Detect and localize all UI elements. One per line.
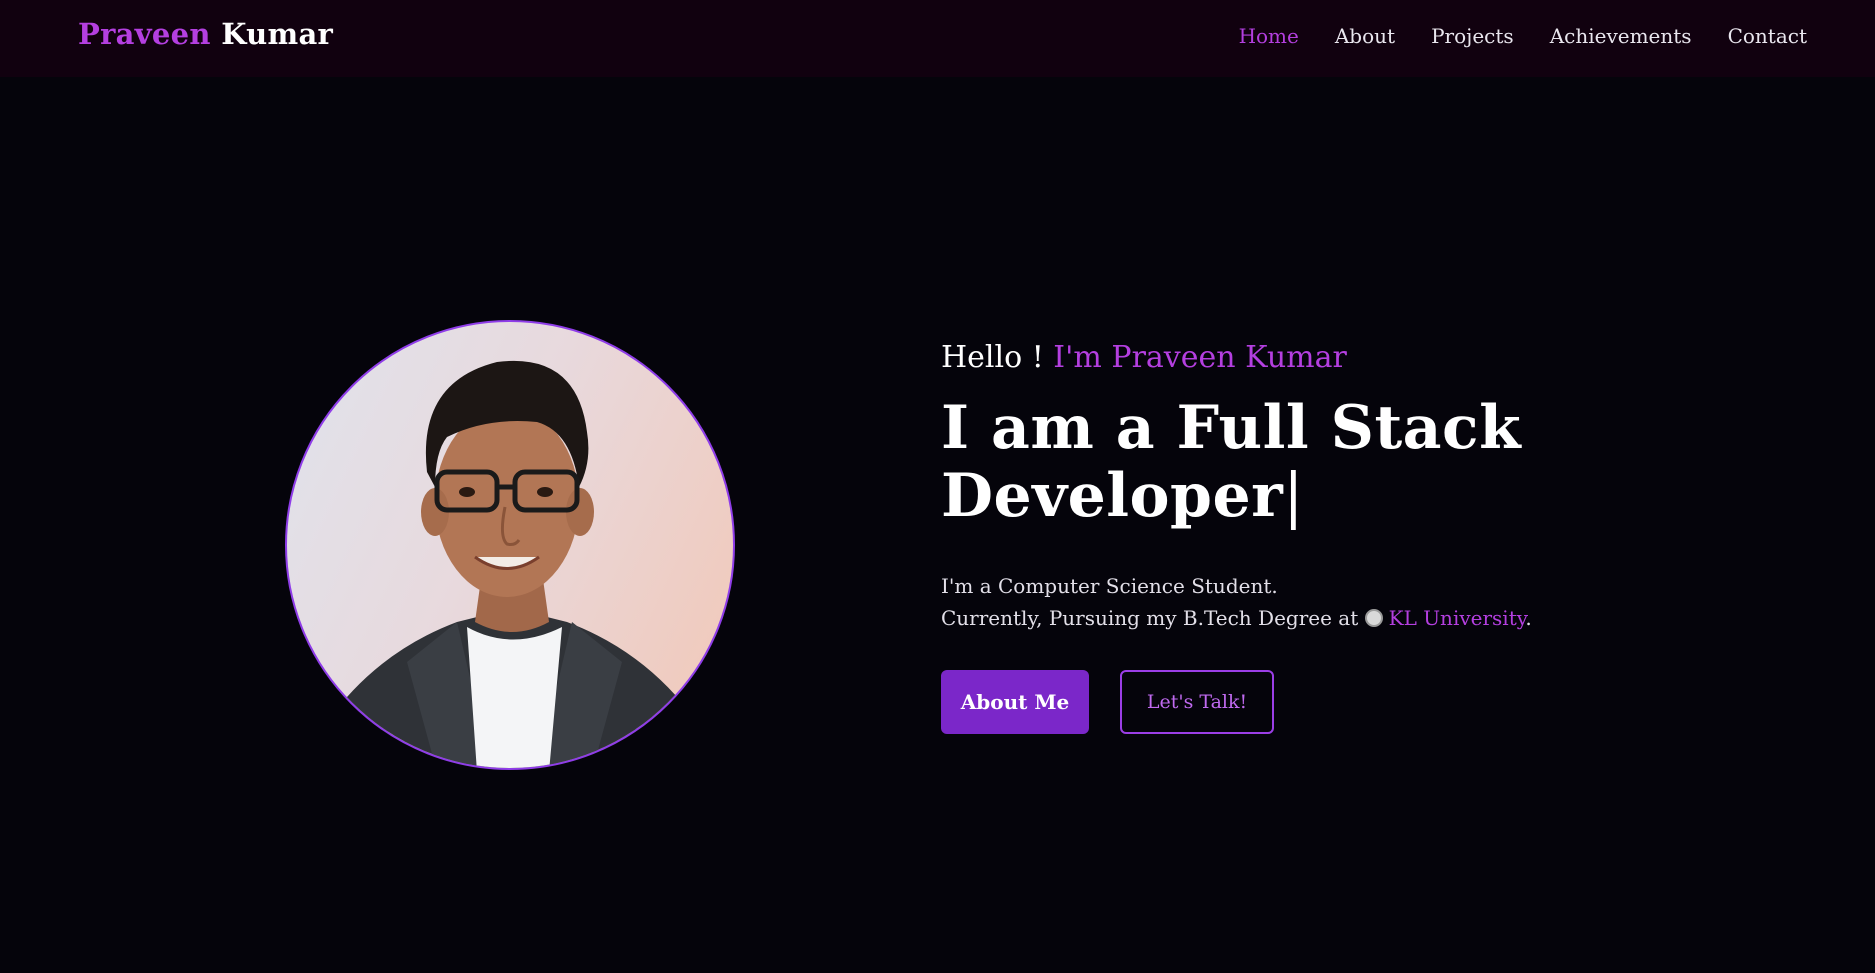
brand-last-name: Kumar <box>221 17 334 51</box>
headline-role: Developer <box>941 461 1284 531</box>
hello-greeting: Hello ! I'm Praveen Kumar <box>941 340 1701 376</box>
lets-talk-button[interactable]: Let's Talk! <box>1120 670 1274 734</box>
nav-contact[interactable]: Contact <box>1728 24 1807 48</box>
desc-line-2-text: Currently, Pursuing my B.Tech Degree at <box>941 606 1359 630</box>
hero-section: Hello ! I'm Praveen Kumar I am a Full St… <box>941 340 1701 734</box>
hero-description: I'm a Computer Science Student. Currentl… <box>941 570 1701 634</box>
desc-line-1: I'm a Computer Science Student. <box>941 574 1278 598</box>
navbar: Praveen Kumar Home About Projects Achiev… <box>0 0 1875 77</box>
nav-links: Home About Projects Achievements Contact <box>1239 24 1807 48</box>
about-me-button[interactable]: About Me <box>941 670 1089 734</box>
desc-line-2: Currently, Pursuing my B.Tech Degree at … <box>941 602 1701 634</box>
nav-about[interactable]: About <box>1335 24 1395 48</box>
desc-line-2-suffix: . <box>1525 606 1532 630</box>
headline-line-1: I am a Full Stack <box>941 393 1522 463</box>
university-logo-icon <box>1364 609 1383 627</box>
typing-cursor: | <box>1283 461 1305 531</box>
hero-buttons: About Me Let's Talk! <box>941 670 1701 734</box>
nav-achievements[interactable]: Achievements <box>1550 24 1692 48</box>
brand-logo[interactable]: Praveen Kumar <box>78 17 333 51</box>
headline-line-2: Developer| <box>941 462 1701 530</box>
hello-prefix: Hello ! <box>941 340 1054 375</box>
hero-headline: I am a Full Stack Developer| <box>941 394 1701 530</box>
profile-portrait-illustration <box>290 360 733 768</box>
nav-projects[interactable]: Projects <box>1431 24 1514 48</box>
profile-photo <box>285 320 735 770</box>
hello-name: I'm Praveen Kumar <box>1053 340 1347 375</box>
university-link[interactable]: KL University <box>1389 606 1526 630</box>
nav-home[interactable]: Home <box>1239 24 1299 48</box>
brand-first-name: Praveen <box>78 17 211 51</box>
